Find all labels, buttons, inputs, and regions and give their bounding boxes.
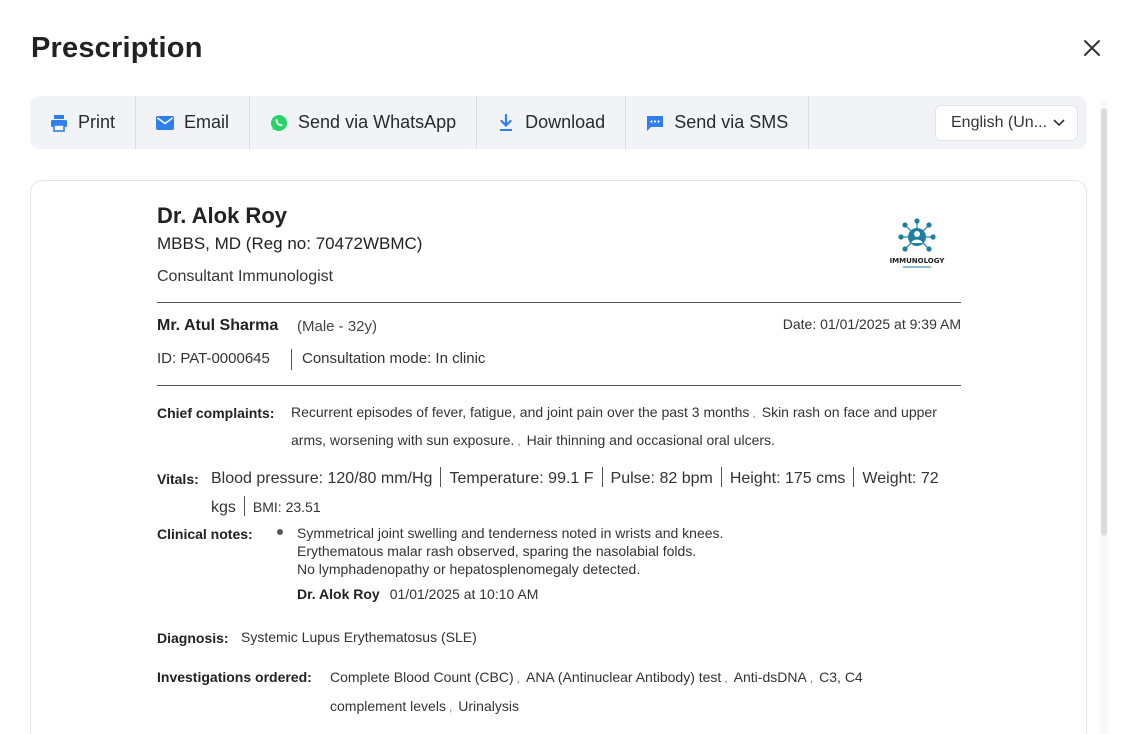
investigation-item: Complete Blood Count (CBC) — [330, 669, 514, 685]
doctor-qualification: MBBS, MD (Reg no: 70472WBMC) — [157, 234, 423, 253]
diagnosis-label: Diagnosis: — [157, 630, 229, 646]
print-button[interactable]: Print — [30, 96, 137, 149]
vital-height: Height: 175 cms — [729, 470, 846, 487]
clinical-note-signature: Dr. Alok Roy 01/01/2025 at 10:10 AM — [297, 586, 538, 602]
vital-divider — [601, 467, 603, 487]
investigations-label: Investigations ordered: — [157, 669, 312, 685]
complaints-label: Chief complaints: — [157, 405, 275, 421]
vital-divider — [720, 467, 722, 487]
chevron-down-icon — [1053, 118, 1065, 126]
clinical-notes-label: Clinical notes: — [157, 526, 253, 542]
mail-icon — [156, 114, 175, 132]
logo-text: IMMUNOLOGY — [890, 257, 946, 265]
doctor-name: Dr. Alok Roy — [157, 203, 287, 228]
sms-button[interactable]: Send via SMS — [626, 96, 810, 149]
patient-name: Mr. Atul Sharma — [157, 317, 279, 334]
vital-divider — [243, 496, 245, 516]
patient-demographics: (Male - 32y) — [297, 318, 378, 335]
patient-divider — [291, 349, 292, 370]
language-select[interactable]: English (Un... — [935, 104, 1078, 141]
clinic-logo: IMMUNOLOGY — [887, 217, 947, 273]
action-toolbar: Print Email Send via WhatsApp Download S… — [30, 96, 1087, 149]
scrollbar-thumb[interactable] — [1101, 108, 1107, 536]
vital-blood-pressure: Blood pressure: 120/80 mm/Hg — [211, 470, 433, 487]
consultation-mode: Consultation mode: In clinic — [302, 350, 486, 367]
vital-pulse: Pulse: 82 bpm — [610, 470, 713, 487]
investigation-item: Urinalysis — [458, 698, 519, 714]
modal-title: Prescription — [31, 32, 203, 64]
vital-bmi: BMI: 23.51 — [252, 499, 321, 515]
investigation-item: Anti-dsDNA — [733, 669, 807, 685]
whatsapp-icon — [270, 114, 288, 132]
bullet-icon — [277, 529, 283, 535]
doctor-title: Consultant Immunologist — [157, 268, 334, 285]
email-label: Email — [184, 112, 230, 132]
complaints-list: Recurrent episodes of fever, fatigue, an… — [291, 404, 937, 448]
printer-icon — [50, 114, 68, 132]
investigations-list: Complete Blood Count (CBC), ANA (Antinucl… — [330, 669, 863, 714]
complaint-item: Recurrent episodes of fever, fatigue, an… — [291, 404, 750, 420]
sms-label: Send via SMS — [674, 112, 789, 132]
diagnosis-value: Systemic Lupus Erythematosus (SLE) — [241, 629, 477, 645]
clinical-note-line: Erythematous malar rash observed, sparin… — [297, 543, 697, 559]
note-author: Dr. Alok Roy — [297, 586, 380, 602]
clinical-note-line: No lymphadenopathy or hepatosplenomegaly… — [297, 561, 641, 577]
vital-divider — [440, 467, 442, 487]
prescription-date: Date: 01/01/2025 at 9:39 AM — [782, 316, 961, 332]
investigation-item: ANA (Antinuclear Antibody) test — [525, 669, 722, 685]
print-label: Print — [78, 112, 116, 132]
vital-divider — [853, 467, 855, 487]
note-timestamp: 01/01/2025 at 10:10 AM — [389, 586, 539, 602]
vitals-label: Vitals: — [157, 471, 199, 487]
complaint-item: Hair thinning and occasional oral ulcers… — [526, 432, 775, 448]
vitals-list: Blood pressure: 120/80 mm/Hg Temperature:… — [211, 465, 963, 522]
prescription-modal: Prescription Print Email Send via WhatsA… — [0, 0, 1128, 734]
clinical-notes-text: Symmetrical joint swelling and tendernes… — [297, 524, 723, 578]
header-divider — [157, 302, 961, 303]
prescription-document: Dr. Alok Roy MBBS, MD (Reg no: 70472WBMC… — [30, 180, 1087, 734]
close-icon — [1084, 40, 1100, 56]
language-value: English (Un... — [951, 113, 1048, 131]
close-button[interactable] — [1078, 34, 1106, 62]
download-button[interactable]: Download — [477, 96, 627, 149]
whatsapp-button[interactable]: Send via WhatsApp — [250, 96, 478, 149]
whatsapp-label: Send via WhatsApp — [298, 112, 457, 132]
email-button[interactable]: Email — [136, 96, 251, 149]
vital-temperature: Temperature: 99.1 F — [449, 470, 594, 487]
patient-divider-line — [157, 385, 961, 386]
download-icon — [497, 113, 515, 132]
download-label: Download — [525, 112, 606, 132]
patient-id: ID: PAT-0000645 — [157, 350, 270, 367]
clinical-note-line: Symmetrical joint swelling and tendernes… — [297, 525, 724, 541]
chat-bubble-icon — [646, 114, 664, 132]
